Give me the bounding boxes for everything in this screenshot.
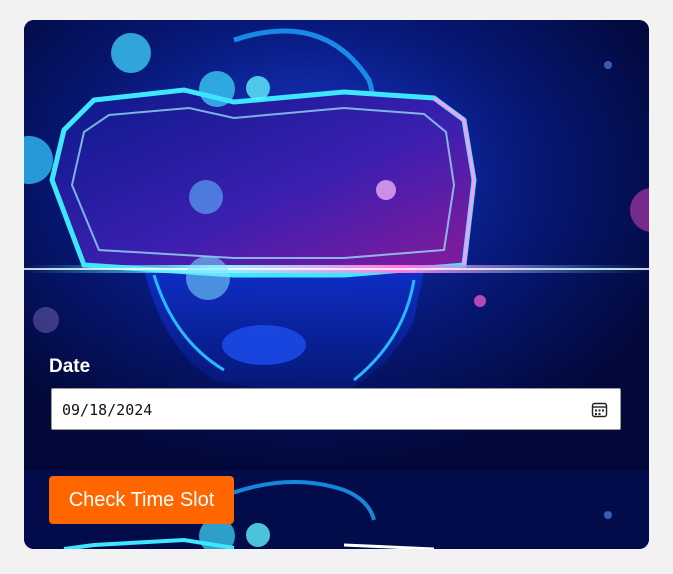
- date-label: Date: [49, 356, 91, 377]
- date-input[interactable]: 09/18/2024: [51, 388, 621, 430]
- calendar-icon[interactable]: [591, 401, 608, 418]
- date-input-value[interactable]: 09/18/2024: [62, 401, 152, 419]
- check-time-slot-button[interactable]: Check Time Slot: [49, 476, 234, 524]
- vr-headset-background-image: [24, 20, 649, 549]
- booking-card: Date 09/18/2024 Check Time Slot: [24, 20, 649, 549]
